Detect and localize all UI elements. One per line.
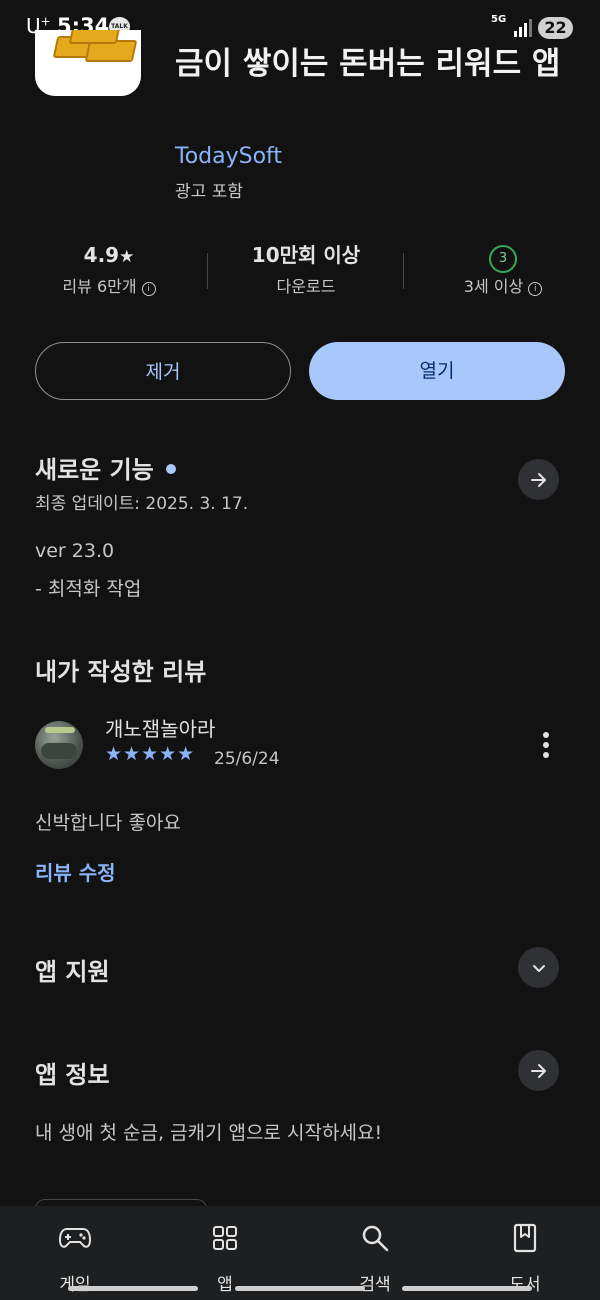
gold-bars-icon (35, 30, 141, 96)
release-note: - 최적화 작업 (35, 578, 142, 600)
version-text: ver 23.0 (35, 540, 115, 562)
developer-link[interactable]: TodaySoft (175, 144, 282, 169)
downloads-stat: 10만회 이상 다운로드 (221, 240, 391, 297)
whats-new-section-title[interactable]: 새로운 기능 (35, 450, 176, 485)
info-icon: i (141, 282, 156, 296)
app-info-arrow-button[interactable] (518, 1050, 559, 1091)
app-support-expand-button[interactable] (518, 947, 559, 988)
rating-stat[interactable]: 4.9★ 리뷰 6만개 i (24, 240, 194, 297)
arrow-right-icon (530, 472, 546, 487)
gesture-bar (402, 1286, 532, 1291)
avatar (35, 721, 83, 769)
search-icon (362, 1225, 389, 1252)
download-count: 10만회 이상 (251, 243, 361, 267)
app-support-section-title[interactable]: 앱 지원 (35, 952, 110, 987)
review-date: 25/6/24 (214, 749, 280, 769)
nav-item-books[interactable]: 도서 (450, 1220, 600, 1295)
network-type: 5G (491, 14, 507, 25)
gesture-bar (235, 1286, 365, 1291)
age-rating-label: 3세 이상 (463, 277, 524, 296)
review-text: 신박합니다 좋아요 (35, 812, 181, 834)
apps-grid-icon (213, 1226, 237, 1250)
contains-ads-label: 광고 포함 (175, 182, 243, 202)
battery-indicator: 22 (538, 17, 573, 39)
gamepad-icon (59, 1228, 91, 1248)
nav-item-search[interactable]: 검색 (300, 1220, 450, 1295)
signal-icon (514, 19, 532, 37)
nav-item-apps[interactable]: 앱 (150, 1220, 300, 1295)
nav-label: 게임 (59, 1275, 91, 1295)
arrow-right-icon (530, 1063, 546, 1078)
star-icon: ★ (119, 247, 135, 267)
bookmark-book-icon (513, 1223, 537, 1253)
new-indicator-dot (165, 464, 176, 474)
nav-label: 검색 (359, 1275, 391, 1295)
age-rating-stat[interactable]: 3 3세 이상 i (418, 240, 588, 297)
stat-divider (207, 253, 208, 289)
gesture-bar (68, 1286, 198, 1291)
review-stars: ★★★★★ (105, 743, 196, 765)
uninstall-button[interactable]: 제거 (35, 342, 291, 400)
info-icon: i (528, 282, 543, 296)
open-button[interactable]: 열기 (309, 342, 565, 400)
reviewer-name: 개노잼놀아라 (105, 717, 216, 741)
last-updated-date: 최종 업데이트: 2025. 3. 17. (35, 494, 249, 514)
downloads-label: 다운로드 (276, 277, 336, 296)
review-count: 리뷰 6만개 (62, 277, 137, 296)
more-vert-icon[interactable] (536, 730, 556, 760)
rating-value: 4.9 (83, 243, 120, 267)
age-rating-badge: 3 (489, 245, 517, 273)
app-title: 금이 쌓이는 돈버는 리워드 앱 (175, 46, 561, 82)
whats-new-arrow-button[interactable] (518, 459, 559, 500)
chevron-down-icon (532, 964, 545, 972)
my-review-section-title: 내가 작성한 리뷰 (35, 658, 207, 686)
nav-item-games[interactable]: 게임 (0, 1220, 150, 1295)
edit-review-link[interactable]: 리뷰 수정 (35, 857, 116, 886)
app-info-section-title[interactable]: 앱 정보 (35, 1055, 110, 1090)
nav-label: 앱 (217, 1275, 233, 1295)
nav-label: 도서 (509, 1275, 541, 1295)
app-description: 내 생애 첫 순금, 금캐기 앱으로 시작하세요! (35, 1122, 383, 1144)
stat-divider (403, 253, 404, 289)
